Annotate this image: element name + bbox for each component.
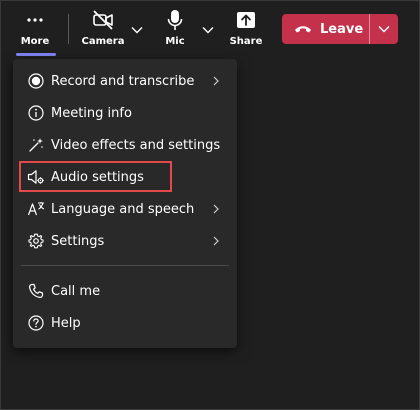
gear-icon xyxy=(27,232,45,250)
menu-item-video-effects[interactable]: Video effects and settings xyxy=(13,129,237,161)
more-dots-icon xyxy=(23,8,47,32)
more-label: More xyxy=(20,36,50,47)
magic-wand-icon xyxy=(27,136,45,154)
info-icon xyxy=(27,104,45,122)
menu-item-language-and-speech[interactable]: Language and speech xyxy=(13,193,237,225)
camera-off-icon xyxy=(91,8,115,32)
more-active-indicator xyxy=(16,53,56,56)
mic-icon xyxy=(163,8,187,32)
menu-item-label: Help xyxy=(51,315,81,331)
chevron-right-icon xyxy=(211,236,221,246)
mic-button[interactable]: Mic xyxy=(153,8,197,54)
leave-button[interactable]: Leave xyxy=(282,14,369,44)
record-icon xyxy=(27,72,45,90)
more-menu: Record and transcribe Meeting info Video… xyxy=(13,59,237,348)
chevron-down-icon xyxy=(378,26,390,33)
more-button[interactable]: More xyxy=(13,8,57,54)
mic-options-caret[interactable] xyxy=(200,22,216,38)
menu-item-audio-settings[interactable]: Audio settings xyxy=(13,161,237,193)
chevron-down-icon xyxy=(131,27,143,34)
menu-item-label: Language and speech xyxy=(51,201,195,217)
camera-label: Camera xyxy=(81,36,125,47)
menu-item-meeting-info[interactable]: Meeting info xyxy=(13,97,237,129)
language-icon xyxy=(27,200,45,218)
phone-icon xyxy=(27,282,45,300)
meeting-toolbar: More Camera Mic Share Leave xyxy=(0,0,420,56)
leave-options-caret[interactable] xyxy=(370,14,398,44)
leave-label: Leave xyxy=(320,21,364,37)
menu-item-label: Settings xyxy=(51,233,105,249)
phone-hangup-icon xyxy=(295,26,311,33)
menu-item-help[interactable]: Help xyxy=(13,307,237,339)
menu-item-label: Record and transcribe xyxy=(51,73,195,89)
chevron-right-icon xyxy=(211,204,221,214)
chevron-right-icon xyxy=(211,76,221,86)
camera-button[interactable]: Camera xyxy=(81,8,125,54)
menu-item-label: Video effects and settings xyxy=(51,137,221,153)
menu-item-label: Call me xyxy=(51,283,101,299)
menu-item-call-me[interactable]: Call me xyxy=(13,275,237,307)
menu-item-settings[interactable]: Settings xyxy=(13,225,237,257)
menu-separator xyxy=(21,265,229,266)
help-icon xyxy=(27,314,45,332)
menu-item-label: Audio settings xyxy=(51,169,144,185)
leave-button-group: Leave xyxy=(282,14,398,44)
speaker-settings-icon xyxy=(27,168,45,186)
menu-item-record-and-transcribe[interactable]: Record and transcribe xyxy=(13,65,237,97)
toolbar-divider xyxy=(68,14,69,44)
camera-options-caret[interactable] xyxy=(129,22,145,38)
mic-label: Mic xyxy=(165,36,185,47)
share-button[interactable]: Share xyxy=(224,8,268,54)
menu-item-label: Meeting info xyxy=(51,105,132,121)
chevron-down-icon xyxy=(202,27,214,34)
share-icon xyxy=(234,8,258,32)
share-label: Share xyxy=(229,36,263,47)
